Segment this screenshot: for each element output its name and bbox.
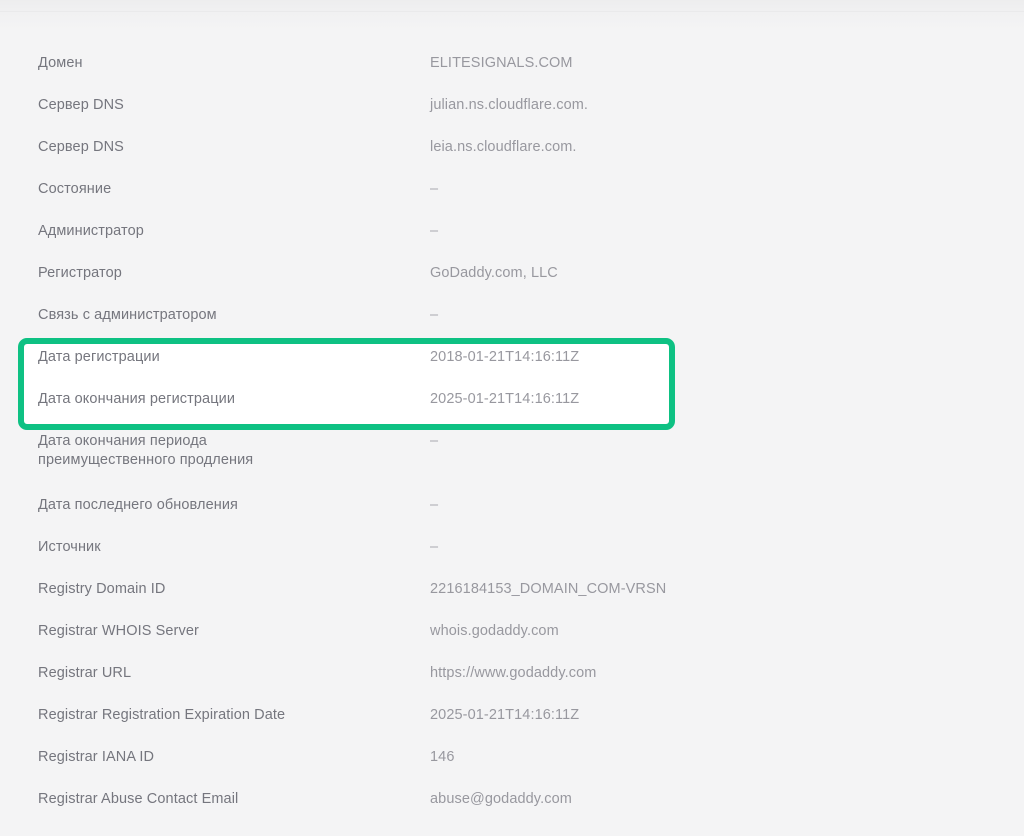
row-value: GoDaddy.com, LLC xyxy=(430,265,558,281)
row-label: Источник xyxy=(38,539,101,555)
page-top-shading xyxy=(0,0,1024,30)
row-value-empty: – xyxy=(430,539,439,555)
row-value: https://www.godaddy.com xyxy=(430,665,597,681)
table-row: Домен ELITESIGNALS.COM xyxy=(0,54,1024,96)
table-row: Дата окончания регистрации 2025-01-21T14:… xyxy=(0,390,1024,432)
row-label: Сервер DNS xyxy=(38,97,124,113)
row-label: Registrar Abuse Contact Email xyxy=(38,791,239,807)
row-value: 2216184153_DOMAIN_COM-VRSN xyxy=(430,581,667,597)
row-label: Registrar Registration Expiration Date xyxy=(38,707,286,723)
row-value: julian.ns.cloudflare.com. xyxy=(430,97,589,113)
row-label: Связь с администратором xyxy=(38,307,217,323)
row-label: Дата регистрации xyxy=(38,349,160,365)
row-label: Registrar URL xyxy=(38,665,132,681)
table-row: Registry Domain ID 2216184153_DOMAIN_COM-… xyxy=(0,580,1024,622)
table-row: Сервер DNS julian.ns.cloudflare.com. xyxy=(0,96,1024,138)
table-row: Registrar WHOIS Server whois.godaddy.com xyxy=(0,622,1024,664)
row-label: Администратор xyxy=(38,223,144,239)
row-value: 2018-01-21T14:16:11Z xyxy=(430,349,580,365)
row-label: Дата последнего обновления xyxy=(38,497,238,513)
row-label: Registrar IANA ID xyxy=(38,749,155,765)
row-value: whois.godaddy.com xyxy=(430,623,559,639)
row-value: ELITESIGNALS.COM xyxy=(430,55,573,71)
row-label: Дата окончания периода преимущественного… xyxy=(38,433,254,468)
table-row: Дата окончания периода преимущественного… xyxy=(0,432,1024,496)
row-value-empty: – xyxy=(430,497,439,513)
row-label: Registry Domain ID xyxy=(38,581,166,597)
row-value-empty: – xyxy=(430,223,439,239)
row-label: Состояние xyxy=(38,181,112,197)
table-row: Registrar Abuse Contact Email abuse@godad… xyxy=(0,790,1024,832)
table-row: Состояние – xyxy=(0,180,1024,222)
row-value: 2025-01-21T14:16:11Z xyxy=(430,707,580,723)
row-value-empty: – xyxy=(430,307,439,323)
row-value: 146 xyxy=(430,749,455,765)
table-row: Сервер DNS leia.ns.cloudflare.com. xyxy=(0,138,1024,180)
row-value: abuse@godaddy.com xyxy=(430,791,572,807)
row-label: Дата окончания регистрации xyxy=(38,391,236,407)
row-label: Registrar WHOIS Server xyxy=(38,623,199,639)
table-row: Регистратор GoDaddy.com, LLC xyxy=(0,264,1024,306)
row-value-empty: – xyxy=(430,181,439,197)
table-row: Дата последнего обновления – xyxy=(0,496,1024,538)
table-row: Источник – xyxy=(0,538,1024,580)
table-row: Registrar URL https://www.godaddy.com xyxy=(0,664,1024,706)
table-row: Администратор – xyxy=(0,222,1024,264)
row-value-empty: – xyxy=(430,433,439,449)
row-label: Домен xyxy=(38,55,83,71)
row-value: 2025-01-21T14:16:11Z xyxy=(430,391,580,407)
table-row: Дата регистрации 2018-01-21T14:16:11Z xyxy=(0,348,1024,390)
row-label: Регистратор xyxy=(38,265,122,281)
row-value: leia.ns.cloudflare.com. xyxy=(430,139,577,155)
table-row: Registrar IANA ID 146 xyxy=(0,748,1024,790)
page-top-divider xyxy=(0,11,1024,12)
row-label: Сервер DNS xyxy=(38,139,124,155)
table-row: Registrar Registration Expiration Date 20… xyxy=(0,706,1024,748)
